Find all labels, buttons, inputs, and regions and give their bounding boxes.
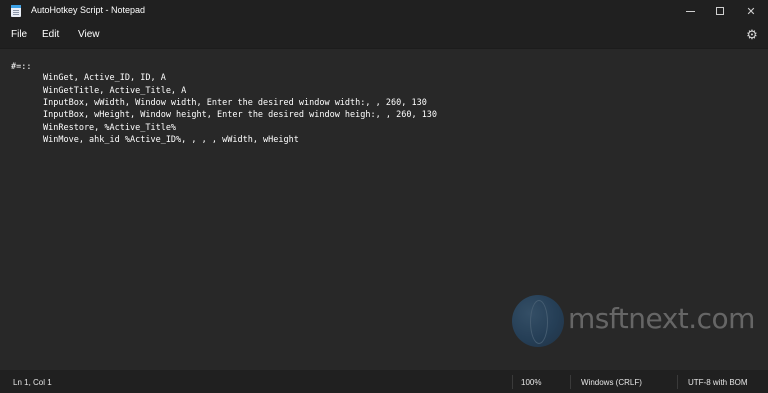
editor-line: #=:: (11, 62, 32, 72)
close-icon: ✕ (746, 5, 756, 18)
line-ending[interactable]: Windows (CRLF) (581, 378, 642, 387)
menu-file[interactable]: File (11, 29, 27, 40)
watermark-text: msftnext.com (568, 302, 755, 335)
status-bar: Ln 1, Col 1 100% Windows (CRLF) UTF-8 wi… (0, 370, 768, 393)
title-bar: AutoHotkey Script - Notepad ✕ (0, 0, 768, 22)
globe-icon (512, 295, 564, 347)
editor-line: WinGet, Active_ID, ID, A (43, 73, 166, 83)
maximize-button[interactable] (705, 0, 735, 22)
menu-view[interactable]: View (78, 29, 100, 40)
editor-line: WinGetTitle, Active_Title, A (43, 86, 187, 96)
cursor-position[interactable]: Ln 1, Col 1 (13, 378, 52, 387)
gear-icon[interactable]: ⚙ (745, 28, 759, 42)
maximize-icon (716, 7, 724, 15)
minimize-icon (685, 10, 695, 12)
watermark: msftnext.com (512, 295, 755, 349)
encoding[interactable]: UTF-8 with BOM (688, 378, 748, 387)
zoom-level[interactable]: 100% (521, 378, 541, 387)
close-button[interactable]: ✕ (736, 0, 766, 22)
status-divider (677, 375, 678, 389)
status-divider (512, 375, 513, 389)
menu-bar: File Edit View ⚙ (0, 22, 768, 48)
text-editor[interactable]: #=:: WinGet, Active_ID, ID, A WinGetTitl… (0, 48, 768, 370)
notepad-app-icon (11, 5, 21, 17)
status-divider (570, 375, 571, 389)
editor-line: WinRestore, %Active_Title% (43, 123, 177, 133)
window-title: AutoHotkey Script - Notepad (31, 5, 146, 15)
editor-line: InputBox, wWidth, Window width, Enter th… (43, 98, 427, 108)
minimize-button[interactable] (675, 0, 705, 22)
editor-line: InputBox, wHeight, Window height, Enter … (43, 110, 438, 120)
editor-line: WinMove, ahk_id %Active_ID%, , , , wWidt… (43, 135, 299, 145)
menu-edit[interactable]: Edit (42, 29, 59, 40)
